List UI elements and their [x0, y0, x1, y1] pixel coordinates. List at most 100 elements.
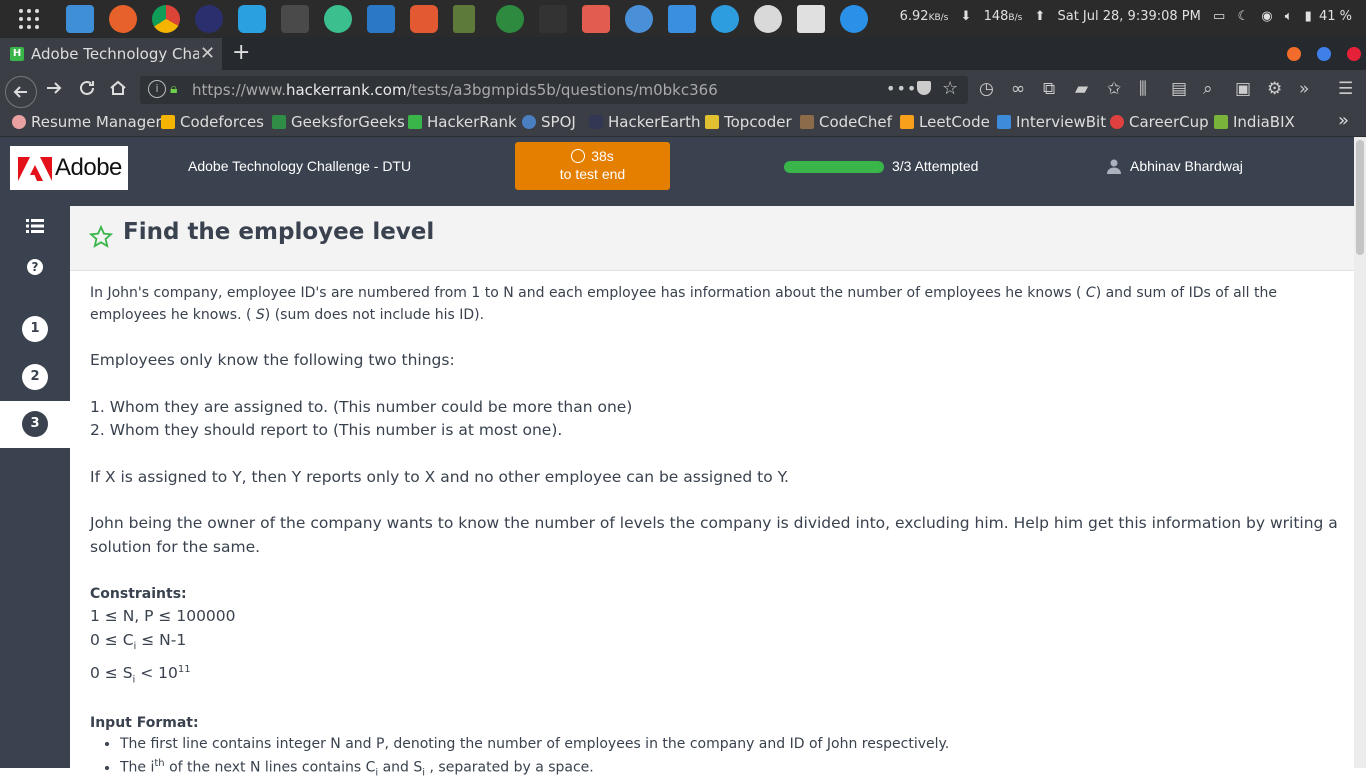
- net-down-unit: KB/s: [928, 13, 949, 23]
- bookmarks-overflow-icon[interactable]: »: [1338, 110, 1349, 131]
- bookmark-item[interactable]: Topcoder: [705, 113, 792, 131]
- hamburger-menu-icon[interactable]: ☰: [1338, 79, 1353, 99]
- constraint-2: 0 ≤ Ci ≤ N-1: [90, 630, 187, 652]
- bookmark-item[interactable]: GeeksforGeeks: [272, 113, 405, 131]
- bookmark-item[interactable]: HackerEarth: [589, 113, 701, 131]
- bookmark-label: HackerRank: [427, 113, 517, 131]
- window-close-button[interactable]: [1347, 47, 1361, 61]
- reload-button[interactable]: [77, 78, 97, 102]
- skype-icon[interactable]: [711, 5, 739, 33]
- notepad-icon[interactable]: [453, 5, 475, 33]
- finder-icon[interactable]: [66, 5, 94, 33]
- bookmark-item[interactable]: IndiaBIX: [1214, 113, 1295, 131]
- bookmark-label: IndiaBIX: [1233, 113, 1295, 131]
- question-3-button-active[interactable]: 3: [0, 401, 70, 448]
- bookmark-item[interactable]: InterviewBit: [997, 113, 1106, 131]
- question-list-icon[interactable]: [26, 218, 44, 238]
- screenshot-icon[interactable]: ⧉: [1043, 79, 1055, 99]
- secure-lock-icon[interactable]: 🔒︎: [170, 81, 177, 97]
- sidebar-toggle-icon[interactable]: ▣: [1235, 79, 1251, 99]
- url-path: /tests/a3bgmpids5b/questions/m0bkc366: [406, 81, 718, 99]
- browser-tab-active[interactable]: H Adobe Technology Challe ✕: [0, 38, 222, 70]
- save-page-icon[interactable]: ▤: [1171, 79, 1187, 99]
- app-launcher-icon[interactable]: [18, 8, 40, 30]
- eclipse-icon[interactable]: [195, 5, 223, 33]
- net-up-unit: B/s: [1008, 13, 1023, 23]
- window-minimize-button[interactable]: [1287, 47, 1301, 61]
- bird-app-icon[interactable]: [754, 5, 782, 33]
- window-maximize-button[interactable]: [1317, 47, 1331, 61]
- help-icon[interactable]: ?: [27, 259, 43, 275]
- app-green-icon[interactable]: [496, 5, 524, 33]
- bookmark-favicon-icon: [705, 115, 719, 129]
- library-icon[interactable]: ⫼: [1139, 79, 1147, 99]
- scrollbar-thumb[interactable]: [1356, 140, 1364, 255]
- forward-button[interactable]: [44, 78, 64, 102]
- night-mode-icon[interactable]: ☾: [1237, 9, 1249, 24]
- messenger-icon[interactable]: [238, 5, 266, 33]
- dropbox-icon[interactable]: [668, 5, 696, 33]
- constraint-3: 0 ≤ Si < 1011: [90, 664, 191, 686]
- clock-datetime[interactable]: Sat Jul 28, 9:39:08 PM: [1057, 9, 1200, 24]
- intro-paragraph: In John's company, employee ID's are num…: [90, 285, 1277, 323]
- atom-icon[interactable]: [324, 5, 352, 33]
- bookmarks-menu-icon[interactable]: ✩: [1107, 79, 1121, 99]
- bookmark-label: CodeChef: [819, 113, 892, 131]
- settings-gear-icon[interactable]: ⚙: [1267, 79, 1282, 99]
- volume-icon[interactable]: 🔈︎: [1285, 9, 1293, 24]
- url-prefix: https://www.: [192, 81, 286, 99]
- bookmark-item[interactable]: LeetCode: [900, 113, 990, 131]
- bookmark-item[interactable]: CareerCup: [1110, 113, 1209, 131]
- download-manager-icon[interactable]: [582, 5, 610, 33]
- bookmark-label: CareerCup: [1129, 113, 1209, 131]
- home-button[interactable]: [108, 78, 128, 102]
- chrome-icon[interactable]: [152, 5, 180, 33]
- page-actions-icon[interactable]: •••: [886, 79, 917, 98]
- sublime-text-icon[interactable]: [281, 5, 309, 33]
- url-text[interactable]: https://www.hackerrank.com/tests/a3bgmpi…: [192, 81, 718, 99]
- bookmark-label: GeeksforGeeks: [291, 113, 405, 131]
- question-title: Find the employee level: [123, 219, 435, 245]
- task-paragraph: John being the owner of the company want…: [90, 514, 1338, 556]
- pocket-icon[interactable]: [917, 81, 931, 95]
- bookmark-favicon-icon: [997, 115, 1011, 129]
- attempted-count: 3/3 Attempted: [892, 158, 979, 174]
- bookmark-item[interactable]: Resume Manager: [12, 113, 162, 131]
- document-viewer-icon[interactable]: [797, 5, 825, 33]
- system-top-bar: 6.92KB/s ⬇ 148B/s ⬆ Sat Jul 28, 9:39:08 …: [0, 0, 1366, 37]
- update-download-icon[interactable]: [840, 5, 868, 33]
- firefox-icon[interactable]: [109, 5, 137, 33]
- history-icon[interactable]: ◷: [979, 79, 994, 99]
- address-bar[interactable]: i 🔒︎ https://www.hackerrank.com/tests/a3…: [140, 76, 968, 104]
- visibility-icon[interactable]: ◉: [1261, 9, 1272, 24]
- bookmark-star-icon[interactable]: ☆: [942, 78, 958, 99]
- new-tab-icon[interactable]: +: [232, 40, 250, 65]
- bookmark-favicon-icon: [408, 115, 422, 129]
- question-1-button[interactable]: 1: [22, 316, 48, 342]
- rule-line: If X is assigned to Y, then Y reports on…: [90, 467, 789, 486]
- bookmark-item[interactable]: Codeforces: [161, 113, 264, 131]
- search-icon[interactable]: ⌕: [1203, 79, 1213, 99]
- bookmark-item[interactable]: CodeChef: [800, 113, 892, 131]
- question-2-button[interactable]: 2: [22, 364, 48, 390]
- git-icon[interactable]: [410, 5, 438, 33]
- sync-icon[interactable]: ▰: [1075, 79, 1088, 99]
- site-info-icon[interactable]: i: [148, 80, 166, 98]
- close-tab-icon[interactable]: ✕: [200, 43, 215, 64]
- net-up-value: 148: [983, 9, 1009, 24]
- back-button[interactable]: [5, 76, 37, 108]
- display-icon[interactable]: ▭: [1213, 9, 1225, 24]
- problem-statement: In John's company, employee ID's are num…: [90, 282, 1340, 783]
- browser-blue-icon[interactable]: [625, 5, 653, 33]
- adobe-mark-icon: [18, 157, 52, 181]
- bookmark-question-star-icon[interactable]: [89, 225, 113, 249]
- overflow-chevron-icon[interactable]: »: [1299, 79, 1309, 99]
- bookmark-label: LeetCode: [919, 113, 990, 131]
- bookmark-item[interactable]: SPOJ: [522, 113, 576, 131]
- battery-icon[interactable]: ▮: [1305, 9, 1312, 24]
- bookmark-item[interactable]: HackerRank: [408, 113, 517, 131]
- vscode-icon[interactable]: [367, 5, 395, 33]
- user-menu[interactable]: Abhinav Bhardwaj: [1106, 158, 1243, 174]
- reader-glasses-icon[interactable]: ∞: [1011, 79, 1025, 99]
- terminal-icon[interactable]: [539, 5, 567, 33]
